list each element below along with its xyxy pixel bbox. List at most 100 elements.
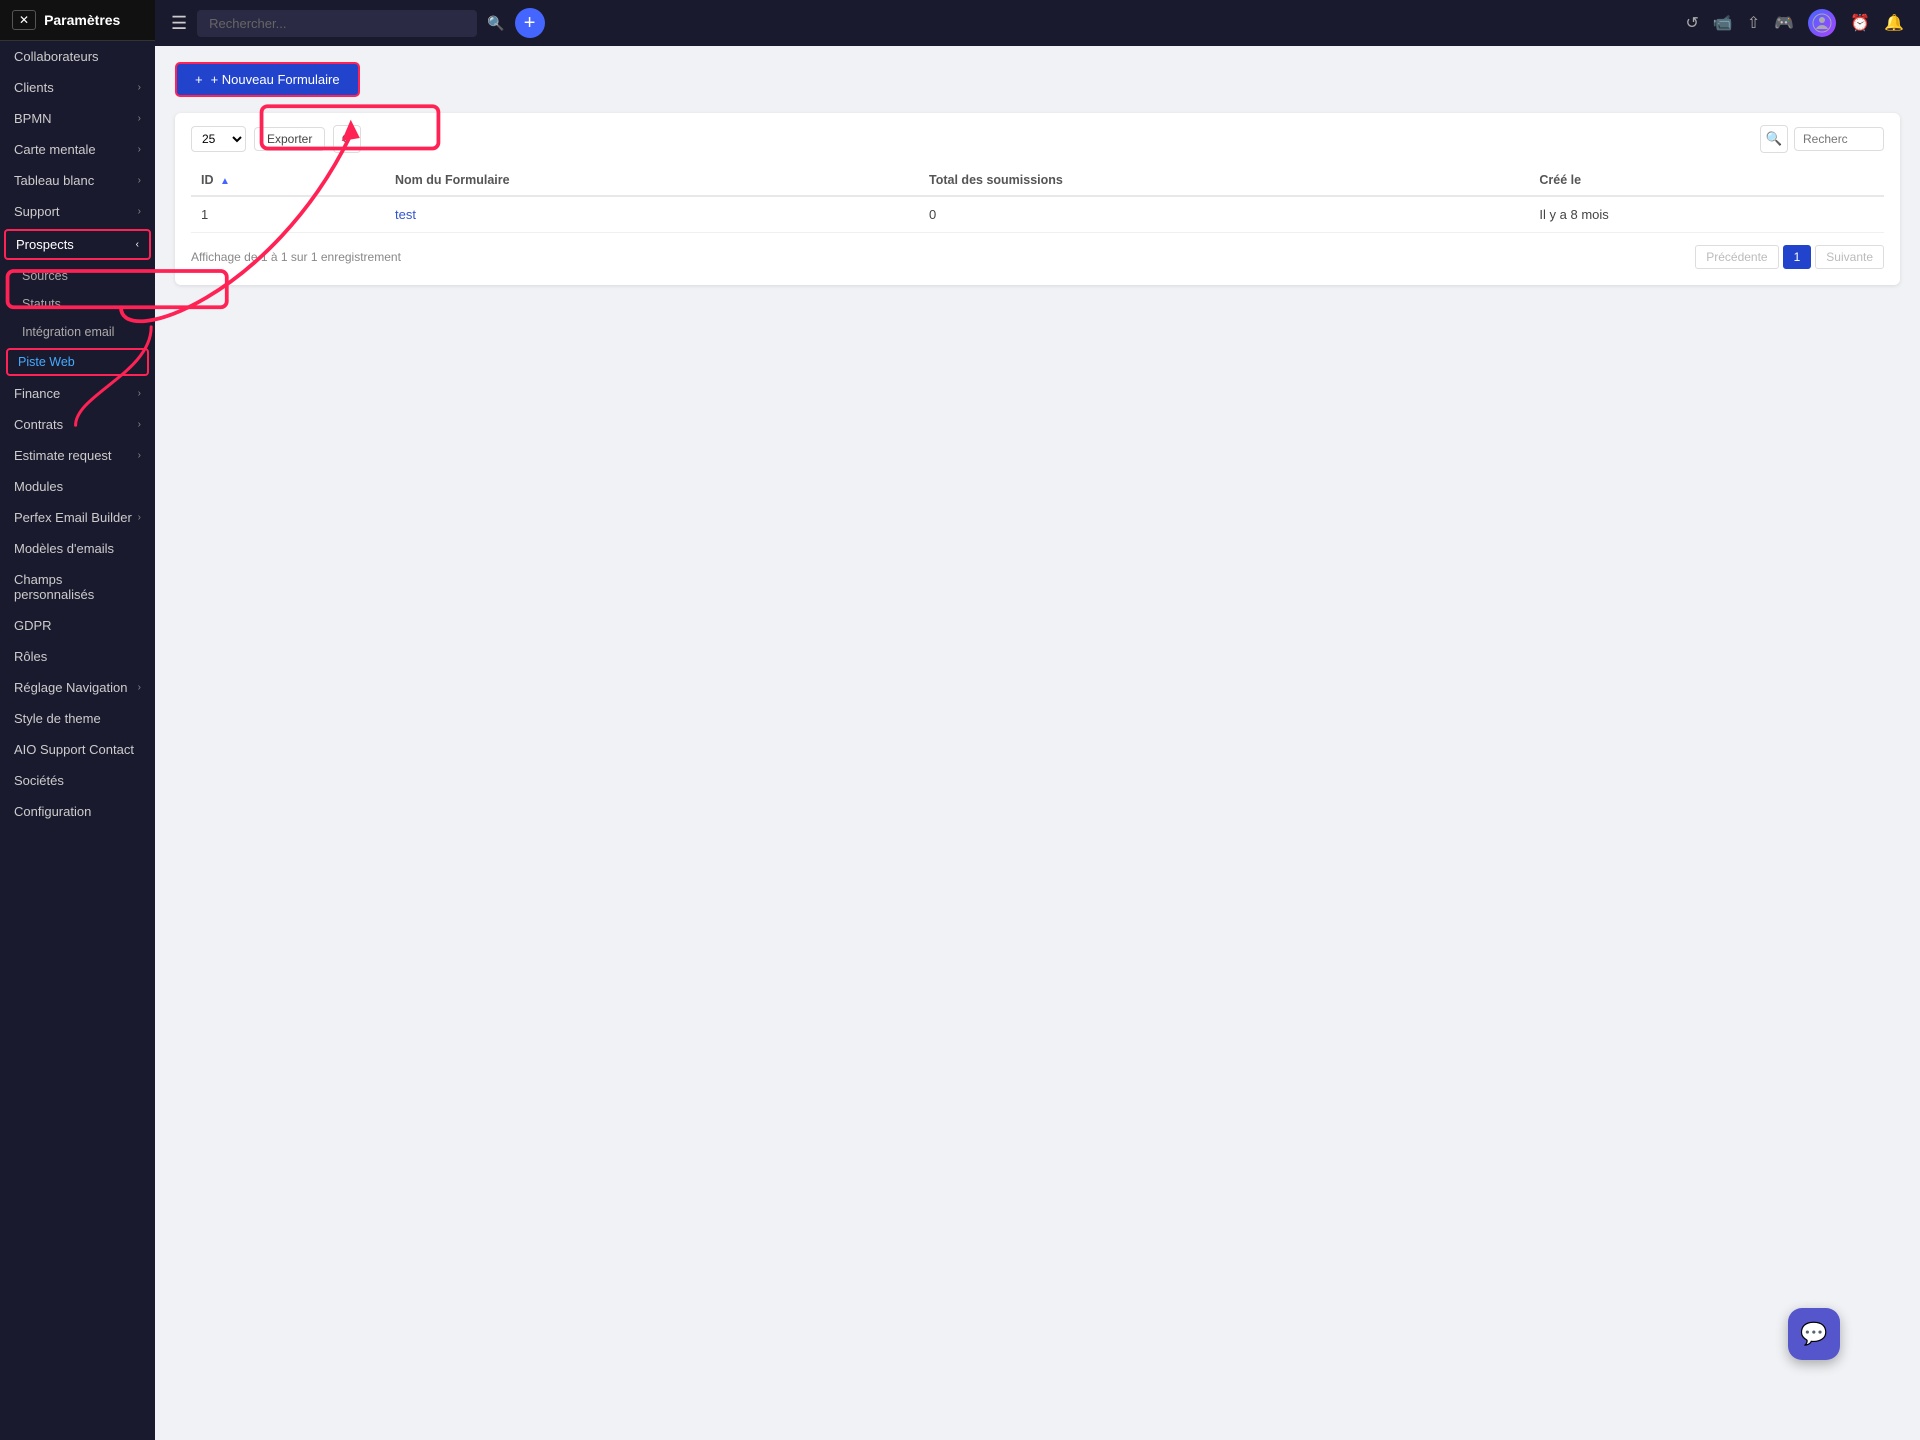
sidebar-item-champs-personnalises[interactable]: Champs personnalisés — [0, 564, 155, 610]
sidebar-item-modules[interactable]: Modules — [0, 471, 155, 502]
topbar-right: ↺ 📹 ⇧ 🎮 ⏰ 🔔 — [1686, 9, 1905, 37]
sort-asc-icon[interactable]: ▲ — [220, 176, 230, 187]
sidebar-item-gdpr[interactable]: GDPR — [0, 610, 155, 641]
sidebar-item-label: Contrats — [14, 417, 63, 432]
sidebar-sub-label: Sources — [22, 269, 68, 283]
main-area: ☰ 🔍 + ↺ 📹 ⇧ 🎮 ⏰ 🔔 + + Nouveau Formulaire — [155, 0, 1920, 1440]
col-cree-le-label: Créé le — [1539, 173, 1581, 187]
clock-icon[interactable]: ⏰ — [1850, 13, 1870, 33]
col-nom-label: Nom du Formulaire — [395, 173, 510, 187]
sidebar-item-modeles-emails[interactable]: Modèles d'emails — [0, 533, 155, 564]
sidebar-sub-item-integration-email[interactable]: Intégration email — [0, 318, 155, 346]
chevron-right-icon: › — [138, 388, 141, 399]
forms-table: ID ▲ Nom du Formulaire Total des soumiss… — [191, 165, 1884, 233]
plus-icon: + — [195, 72, 203, 87]
col-id-label: ID — [201, 173, 214, 187]
sidebar-item-prospects[interactable]: Prospects ‹ — [4, 229, 151, 260]
chevron-right-icon: › — [138, 113, 141, 124]
refresh-icon: ⟳ — [342, 131, 353, 147]
sidebar-title: Paramètres — [44, 12, 143, 28]
col-cree-le: Créé le — [1529, 165, 1884, 196]
sidebar-item-carte-mentale[interactable]: Carte mentale › — [0, 134, 155, 165]
chevron-right-icon: › — [138, 82, 141, 93]
table-row: 1 test 0 Il y a 8 mois — [191, 196, 1884, 233]
table-container: 25 50 100 Exporter ⟳ 🔍 — [175, 113, 1900, 285]
sidebar-item-roles[interactable]: Rôles — [0, 641, 155, 672]
game-controller-icon[interactable]: 🎮 — [1774, 13, 1794, 33]
sidebar-item-label: Finance — [14, 386, 60, 401]
sidebar-item-label: Rôles — [14, 649, 47, 664]
chat-fab-button[interactable]: 💬 — [1788, 1308, 1840, 1360]
refresh-button[interactable]: ⟳ — [333, 125, 361, 153]
new-form-button[interactable]: + + Nouveau Formulaire — [175, 62, 360, 97]
prev-page-button[interactable]: Précédente — [1695, 245, 1778, 269]
cell-id: 1 — [191, 196, 385, 233]
chevron-right-icon: › — [138, 206, 141, 217]
pagination: Précédente 1 Suivante — [1695, 245, 1884, 269]
avatar[interactable] — [1808, 9, 1836, 37]
share-icon[interactable]: ⇧ — [1747, 13, 1760, 33]
chevron-right-icon: › — [138, 175, 141, 186]
sidebar-item-label: Tableau blanc — [14, 173, 94, 188]
sidebar-item-bpmn[interactable]: BPMN › — [0, 103, 155, 134]
sidebar-item-label: Modèles d'emails — [14, 541, 114, 556]
sidebar-item-label: Carte mentale — [14, 142, 96, 157]
sidebar-item-label: Champs personnalisés — [14, 572, 141, 602]
page-1-button[interactable]: 1 — [1783, 245, 1812, 269]
sidebar-item-aio-support-contact[interactable]: AIO Support Contact — [0, 734, 155, 765]
sidebar-item-style-de-theme[interactable]: Style de theme — [0, 703, 155, 734]
history-icon[interactable]: ↺ — [1686, 13, 1699, 33]
bell-icon[interactable]: 🔔 — [1884, 13, 1904, 33]
search-input[interactable] — [197, 10, 477, 37]
sidebar-item-label: Perfex Email Builder — [14, 510, 132, 525]
sidebar-sub-item-piste-web[interactable]: Piste Web — [6, 348, 149, 376]
sidebar-item-societes[interactable]: Sociétés — [0, 765, 155, 796]
sidebar-item-label: Prospects — [16, 237, 74, 252]
sidebar-item-label: Clients — [14, 80, 54, 95]
next-page-button[interactable]: Suivante — [1815, 245, 1884, 269]
sidebar-item-label: Sociétés — [14, 773, 64, 788]
sidebar-item-label: Réglage Navigation — [14, 680, 127, 695]
content-area: + + Nouveau Formulaire 25 50 100 Exporte… — [155, 46, 1920, 1440]
new-form-label: + Nouveau Formulaire — [211, 72, 340, 87]
col-id: ID ▲ — [191, 165, 385, 196]
col-nom-formulaire: Nom du Formulaire — [385, 165, 919, 196]
chevron-down-icon: ‹ — [136, 239, 139, 250]
chat-icon: 💬 — [1800, 1321, 1827, 1347]
sidebar-item-tableau-blanc[interactable]: Tableau blanc › — [0, 165, 155, 196]
sidebar-item-clients[interactable]: Clients › — [0, 72, 155, 103]
sidebar-item-perfex-email-builder[interactable]: Perfex Email Builder › — [0, 502, 155, 533]
table-toolbar: 25 50 100 Exporter ⟳ 🔍 — [191, 125, 1884, 153]
sidebar-item-label: GDPR — [14, 618, 52, 633]
sidebar-close-button[interactable]: ✕ — [12, 10, 36, 30]
table-search-input[interactable] — [1794, 127, 1884, 151]
search-icon[interactable]: 🔍 — [487, 15, 504, 32]
table-search-icon-button[interactable]: 🔍 — [1760, 125, 1788, 153]
sidebar-item-finance[interactable]: Finance › — [0, 378, 155, 409]
add-button[interactable]: + — [515, 8, 545, 38]
sidebar-item-estimate-request[interactable]: Estimate request › — [0, 440, 155, 471]
per-page-select[interactable]: 25 50 100 — [191, 126, 246, 152]
prev-label: Précédente — [1706, 250, 1767, 264]
chevron-right-icon: › — [138, 450, 141, 461]
chevron-right-icon: › — [138, 144, 141, 155]
sidebar-item-support[interactable]: Support › — [0, 196, 155, 227]
topbar: ☰ 🔍 + ↺ 📹 ⇧ 🎮 ⏰ 🔔 — [155, 0, 1920, 46]
form-link[interactable]: test — [395, 207, 416, 222]
sidebar-sub-item-statuts[interactable]: Statuts — [0, 290, 155, 318]
video-icon[interactable]: 📹 — [1713, 13, 1733, 33]
sidebar-item-label: Style de theme — [14, 711, 101, 726]
col-total-soumissions: Total des soumissions — [919, 165, 1529, 196]
sidebar-item-reglage-navigation[interactable]: Réglage Navigation › — [0, 672, 155, 703]
sidebar-header: ✕ Paramètres — [0, 0, 155, 41]
menu-icon[interactable]: ☰ — [171, 13, 187, 34]
sidebar-sub-label: Statuts — [22, 297, 61, 311]
next-label: Suivante — [1826, 250, 1873, 264]
export-button[interactable]: Exporter — [254, 127, 325, 151]
sidebar: ✕ Paramètres Collaborateurs Clients › BP… — [0, 0, 155, 1440]
sidebar-item-contrats[interactable]: Contrats › — [0, 409, 155, 440]
sidebar-sub-item-sources[interactable]: Sources — [0, 262, 155, 290]
sidebar-item-collaborateurs[interactable]: Collaborateurs — [0, 41, 155, 72]
table-header-row: ID ▲ Nom du Formulaire Total des soumiss… — [191, 165, 1884, 196]
sidebar-item-configuration[interactable]: Configuration — [0, 796, 155, 827]
